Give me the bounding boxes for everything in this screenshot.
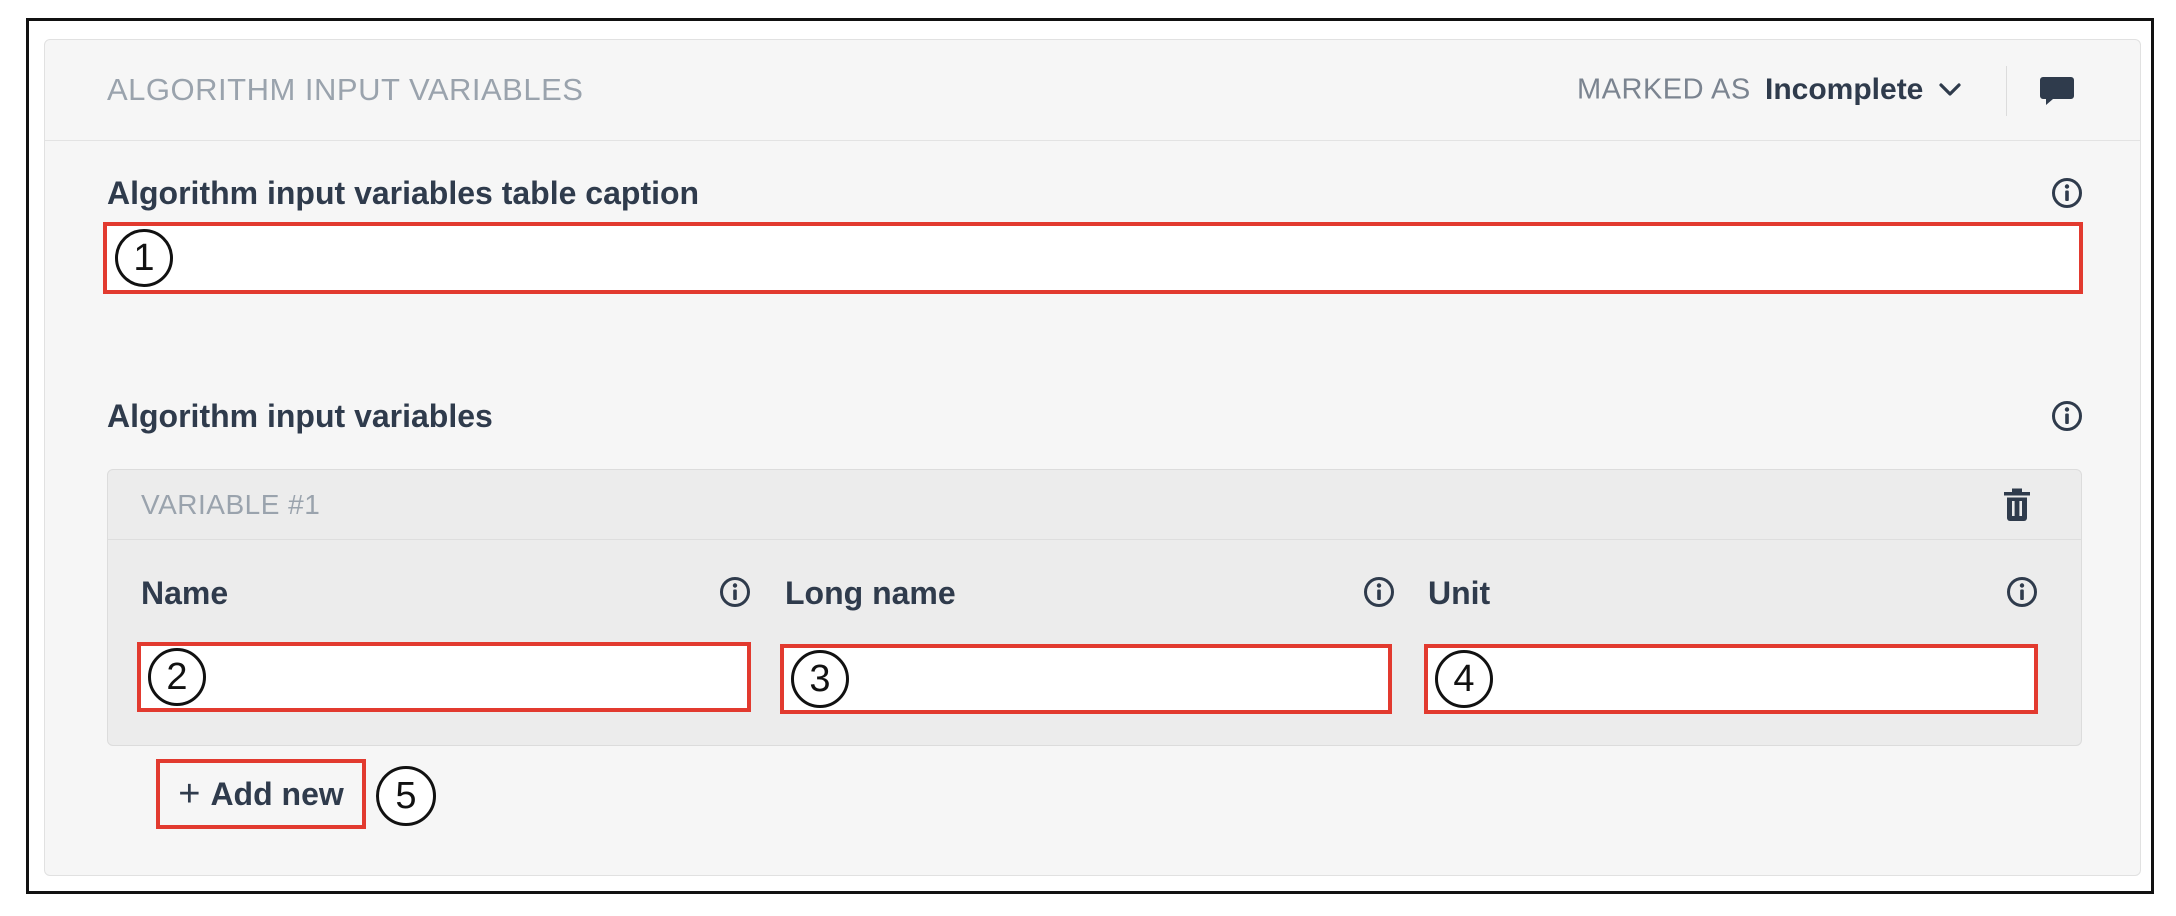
unit-input[interactable] (1424, 644, 2038, 714)
caption-input[interactable] (103, 222, 2083, 294)
long-name-label: Long name (785, 575, 956, 611)
name-label: Name (141, 575, 229, 611)
status-value: Incomplete (1765, 73, 1924, 106)
annotation-marker-2: 2 (148, 648, 206, 706)
info-icon[interactable] (1363, 576, 1395, 608)
name-input[interactable] (137, 642, 751, 712)
annotation-marker-5: 5 (376, 766, 436, 826)
info-icon[interactable] (2051, 177, 2083, 209)
annotation-marker-3: 3 (791, 650, 849, 708)
panel-title: ALGORITHM INPUT VARIABLES (107, 72, 584, 107)
info-icon[interactable] (719, 576, 751, 608)
status-dropdown[interactable]: Incomplete (1765, 73, 1961, 107)
annotation-marker-1: 1 (115, 229, 173, 287)
add-new-button[interactable]: + Add new (156, 759, 366, 829)
info-icon[interactable] (2051, 400, 2083, 432)
trash-icon[interactable] (2001, 488, 2033, 522)
variables-label: Algorithm input variables (107, 398, 493, 434)
long-name-input[interactable] (780, 644, 1392, 714)
add-new-label: Add new (210, 775, 344, 812)
panel-header: ALGORITHM INPUT VARIABLES MARKED AS Inco… (45, 40, 2140, 141)
screenshot-frame: ALGORITHM INPUT VARIABLES MARKED AS Inco… (26, 18, 2154, 894)
header-divider (2006, 66, 2007, 116)
variable-card: VARIABLE #1 Name Long name Unit 2 3 4 (107, 469, 2082, 746)
info-icon[interactable] (2006, 576, 2038, 608)
marked-as-label: MARKED AS (1577, 73, 1751, 106)
variable-title: VARIABLE #1 (141, 488, 321, 520)
variable-header: VARIABLE #1 (108, 470, 2081, 540)
caption-label: Algorithm input variables table caption (107, 175, 700, 211)
chevron-down-icon (1939, 83, 1961, 97)
algorithm-input-variables-panel: ALGORITHM INPUT VARIABLES MARKED AS Inco… (44, 39, 2141, 876)
plus-icon: + (178, 773, 201, 815)
comment-icon[interactable] (2039, 74, 2075, 108)
annotation-marker-4: 4 (1435, 650, 1493, 708)
unit-label: Unit (1428, 575, 1491, 611)
